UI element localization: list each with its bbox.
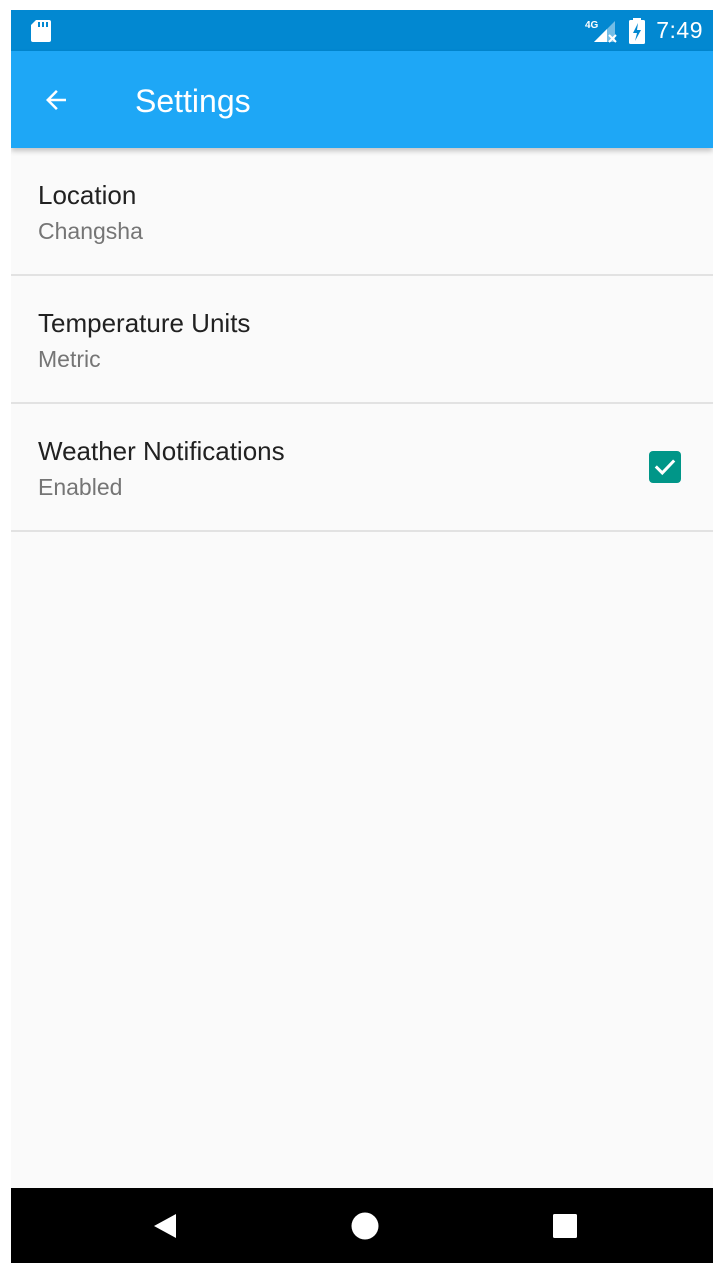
arrow-back-icon xyxy=(46,90,66,110)
sd-card-icon xyxy=(31,20,51,42)
page-title: Settings xyxy=(135,83,251,119)
nav-back-button[interactable] xyxy=(145,1206,185,1246)
nav-recents-icon xyxy=(553,1214,577,1238)
nav-back-icon xyxy=(154,1214,176,1238)
nav-recents-button[interactable] xyxy=(545,1206,585,1246)
setting-title: Temperature Units xyxy=(38,308,251,338)
signal-no-service-icon: 4G xyxy=(585,20,617,43)
setting-title: Location xyxy=(38,180,137,210)
setting-title: Weather Notifications xyxy=(38,436,285,466)
nav-home-icon xyxy=(351,1212,379,1240)
checkmark-icon xyxy=(654,459,676,476)
settings-list: Location Changsha Temperature Units Metr… xyxy=(11,148,713,532)
setting-location[interactable]: Location Changsha xyxy=(11,148,713,276)
setting-summary: Metric xyxy=(38,346,101,372)
nav-home-button[interactable] xyxy=(345,1206,385,1246)
setting-summary: Enabled xyxy=(38,474,123,500)
back-button[interactable] xyxy=(31,75,81,125)
setting-summary: Changsha xyxy=(38,218,143,244)
app-bar: Settings xyxy=(11,51,713,148)
status-bar: 4G 7:49 xyxy=(11,10,713,51)
setting-weather-notifications[interactable]: Weather Notifications Enabled xyxy=(11,404,713,532)
status-clock: 7:49 xyxy=(656,17,703,43)
setting-temperature-units[interactable]: Temperature Units Metric xyxy=(11,276,713,404)
device-screen: 4G 7:49 Settings Location Changsha Tempe… xyxy=(11,10,713,1263)
navigation-bar xyxy=(11,1188,713,1263)
notifications-checkbox[interactable] xyxy=(649,451,681,483)
network-type-label: 4G xyxy=(585,20,599,31)
battery-charging-icon xyxy=(629,18,645,44)
